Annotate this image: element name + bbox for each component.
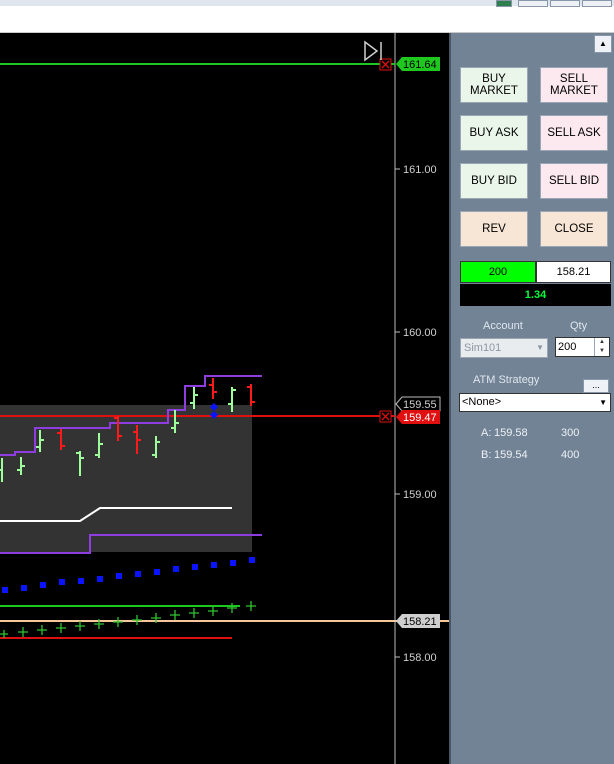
last-price-tag: 159.55	[395, 396, 441, 412]
blue-dots-series	[2, 557, 255, 593]
toolbar-button[interactable]	[518, 0, 548, 7]
y-axis-label: 159.00	[403, 489, 437, 501]
sell-bid-button[interactable]: SELL BID	[540, 163, 608, 199]
chart-canvas[interactable]: 161.64 159.55 159.47 158.21 161.00 160.0…	[0, 33, 449, 764]
buy-market-label: BUY MARKET	[470, 73, 518, 97]
position-avg-price: 158.21	[536, 261, 611, 283]
reverse-button[interactable]: REV	[460, 211, 528, 247]
y-axis-label: 160.00	[403, 327, 437, 339]
position-pnl: 1.34	[460, 284, 611, 306]
toolbar-button[interactable]	[582, 0, 612, 7]
account-select[interactable]: Sim101 ▼	[460, 338, 548, 358]
close-label: CLOSE	[554, 223, 594, 235]
qty-label: Qty	[570, 320, 588, 332]
buy-market-button[interactable]: BUY MARKET	[460, 67, 528, 103]
buy-ask-label: BUY ASK	[469, 127, 519, 139]
account-value: Sim101	[464, 342, 502, 354]
toolbar-button[interactable]	[550, 0, 580, 7]
sell-market-button[interactable]: SELL MARKET	[540, 67, 608, 103]
chevron-down-icon: ▼	[599, 398, 607, 407]
window-top-bar	[0, 0, 614, 33]
sell-market-label: SELL MARKET	[550, 73, 598, 97]
close-position-button[interactable]: CLOSE	[540, 211, 608, 247]
y-axis-label: 161.00	[403, 164, 437, 176]
atm-strategy-select[interactable]: <None> ▼	[459, 393, 611, 412]
play-icon[interactable]	[364, 40, 382, 62]
bid-label: B:	[481, 449, 492, 461]
quantity-value: 200	[558, 341, 577, 353]
ask-price: 159.58	[494, 427, 528, 439]
buy-bid-label: BUY BID	[471, 175, 517, 187]
close-icon[interactable]	[379, 410, 392, 423]
target-price-tag[interactable]: 161.64	[396, 57, 440, 71]
close-icon[interactable]	[379, 58, 392, 71]
buy-ask-button[interactable]: BUY ASK	[460, 115, 528, 151]
bid-price: 159.54	[494, 449, 528, 461]
account-label: Account	[483, 320, 523, 332]
atm-strategy-properties-button[interactable]: ...	[583, 379, 609, 393]
atm-strategy-label: ATM Strategy	[473, 374, 540, 386]
collapse-panel-button[interactable]: ▲	[594, 35, 612, 53]
quantity-stepper[interactable]: 200 ▲ ▼	[555, 337, 610, 357]
order-entry-panel: ▲ BUY MARKET SELL MARKET BUY ASK SELL AS…	[449, 33, 614, 764]
atm-strategy-value: <None>	[462, 396, 502, 408]
axis-ticks	[395, 168, 400, 658]
stop-price-tag[interactable]: 159.47	[396, 410, 440, 424]
sell-ask-button[interactable]: SELL ASK	[540, 115, 608, 151]
price-chart[interactable]: 161.64 159.55 159.47 158.21 161.00 160.0…	[0, 33, 449, 764]
ask-size: 300	[561, 427, 580, 439]
svg-text:161.64: 161.64	[403, 59, 437, 71]
position-quantity: 200	[460, 261, 536, 283]
spinner-down-icon[interactable]: ▼	[595, 347, 609, 356]
position-display: 200 158.21 1.34	[460, 261, 611, 307]
sell-ask-label: SELL ASK	[547, 127, 601, 139]
buy-bid-button[interactable]: BUY BID	[460, 163, 528, 199]
spinner-up-icon[interactable]: ▲	[595, 338, 609, 347]
chevron-down-icon: ▼	[536, 343, 544, 352]
svg-text:159.47: 159.47	[403, 412, 437, 424]
toolbar-icon[interactable]	[496, 0, 512, 7]
svg-text:158.21: 158.21	[403, 616, 437, 628]
ellipsis-icon: ...	[592, 380, 600, 390]
entry-price-tag[interactable]: 158.21	[396, 614, 440, 628]
bid-size: 400	[561, 449, 580, 461]
ask-label: A:	[481, 427, 492, 439]
svg-text:159.55: 159.55	[403, 399, 437, 411]
reverse-label: REV	[482, 223, 506, 235]
sell-bid-label: SELL BID	[548, 175, 600, 187]
spinner-arrows[interactable]: ▲ ▼	[594, 338, 609, 356]
y-axis-label: 158.00	[403, 652, 437, 664]
triangle-up-icon: ▲	[599, 39, 607, 48]
